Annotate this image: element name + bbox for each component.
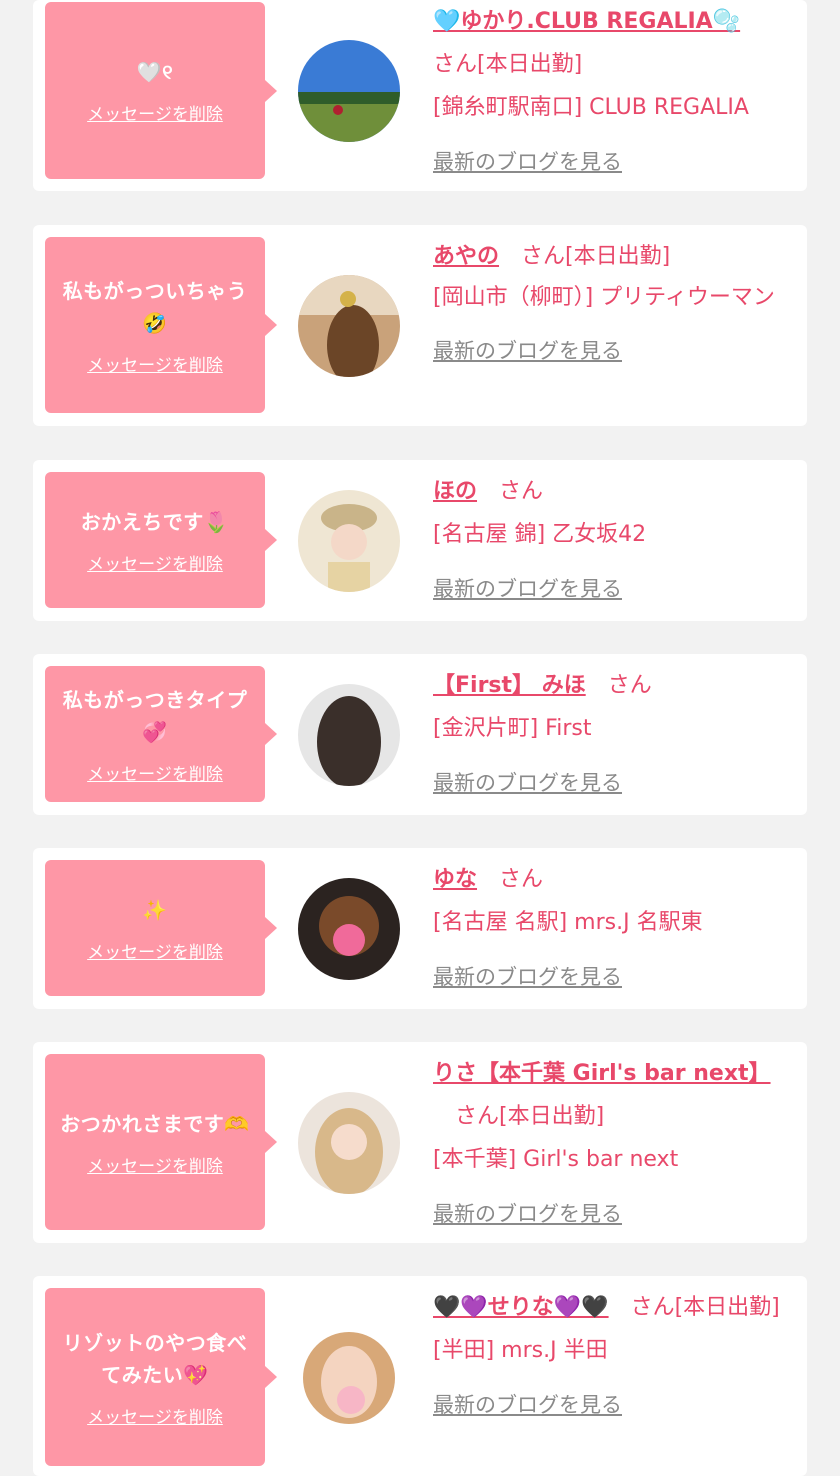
delete-message-link[interactable]: メッセージを削除 (87, 1152, 223, 1177)
cast-name-link[interactable]: 🖤💜せりな💜🖤 (433, 1295, 609, 1320)
delete-message-link[interactable]: メッセージを削除 (87, 550, 223, 575)
latest-blog-link[interactable]: 最新のブログを見る (433, 762, 799, 805)
delete-message-link[interactable]: メッセージを削除 (87, 1403, 223, 1428)
cast-name-link[interactable]: ゆな (433, 867, 477, 892)
cast-info: ほの さん [名古屋 錦] 乙女坂42 最新のブログを見る (433, 470, 799, 611)
avatar-photo (298, 878, 400, 980)
latest-blog-link[interactable]: 最新のブログを見る (433, 330, 799, 373)
cast-name-link[interactable]: あやの (433, 244, 499, 269)
cast-status: さん[本日出勤] (521, 244, 671, 269)
avatar[interactable] (303, 1332, 395, 1424)
cast-info: 🩵ゆかり.CLUB REGALIA🫧 さん[本日出勤] [錦糸町駅南口] CLU… (433, 0, 799, 184)
message-text: 🤍୧ (136, 60, 174, 84)
avatar-photo (298, 684, 400, 786)
avatar-photo (298, 1092, 400, 1194)
message-text: 私もがっつきタイプ💞 (62, 687, 248, 744)
message-bubble: リゾットのやつ食べてみたい💖 メッセージを削除 (45, 1288, 277, 1466)
cast-name-link[interactable]: 🩵ゆかり.CLUB REGALIA🫧 (433, 9, 740, 34)
cast-status: さん (499, 479, 544, 504)
cast-status: さん (499, 867, 544, 892)
avatar[interactable] (298, 275, 400, 377)
avatar[interactable] (298, 490, 400, 592)
shop-name: [名古屋 錦] 乙女坂42 (433, 522, 647, 547)
avatar[interactable] (298, 1092, 400, 1194)
message-text: ✨ (142, 897, 168, 922)
cast-info: 【First】 みほ さん [金沢片町] First 最新のブログを見る (433, 664, 799, 805)
message-bubble: 私もがっつきタイプ💞 メッセージを削除 (45, 666, 277, 802)
cast-name-link[interactable]: りさ【本千葉 Girl's bar next】 (433, 1061, 771, 1086)
avatar-photo (303, 1332, 395, 1424)
message-text: 私もがっついちゃう🤣 (62, 278, 248, 335)
shop-name: [本千葉] Girl's bar next (433, 1147, 679, 1172)
message-text: おつかれさまです🫶 (60, 1111, 250, 1136)
avatar[interactable] (298, 40, 400, 142)
cast-status: さん[本日出勤] (455, 1104, 605, 1129)
message-text: おかえちです🌷 (80, 509, 230, 534)
shop-name: [錦糸町駅南口] CLUB REGALIA (433, 95, 749, 120)
message-text: リゾットのやつ食べてみたい💖 (62, 1330, 248, 1387)
delete-message-link[interactable]: メッセージを削除 (87, 100, 223, 125)
cast-name-link[interactable]: ほの (433, 479, 477, 504)
message-bubble: ✨ メッセージを削除 (45, 860, 277, 996)
cast-status: さん[本日出勤] (630, 1295, 780, 1320)
message-card: 🤍୧ メッセージを削除 🩵ゆかり.CLUB REGALIA🫧 さん[本日出勤] … (33, 0, 807, 191)
cast-info: あやの さん[本日出勤] [岡山市（柳町）] プリティウーマン 最新のブログを見る (433, 235, 799, 373)
message-bubble: 私もがっついちゃう🤣 メッセージを削除 (45, 237, 277, 413)
cast-status: さん (607, 673, 652, 698)
message-bubble: おつかれさまです🫶 メッセージを削除 (45, 1054, 277, 1230)
avatar-photo (298, 490, 400, 592)
shop-name: [金沢片町] First (433, 716, 592, 741)
message-card: おつかれさまです🫶 メッセージを削除 りさ【本千葉 Girl's bar nex… (33, 1042, 807, 1243)
cast-status: さん[本日出勤] (433, 52, 583, 77)
avatar-photo (298, 275, 400, 377)
delete-message-link[interactable]: メッセージを削除 (87, 760, 223, 785)
latest-blog-link[interactable]: 最新のブログを見る (433, 956, 799, 999)
message-card: ✨ メッセージを削除 ゆな さん [名古屋 名駅] mrs.J 名駅東 最新のブロ… (33, 848, 807, 1009)
message-bubble: おかえちです🌷 メッセージを削除 (45, 472, 277, 608)
shop-name: [岡山市（柳町）] プリティウーマン (433, 285, 775, 310)
message-card: 私もがっついちゃう🤣 メッセージを削除 あやの さん[本日出勤] [岡山市（柳町）… (33, 225, 807, 426)
latest-blog-link[interactable]: 最新のブログを見る (433, 141, 799, 184)
latest-blog-link[interactable]: 最新のブログを見る (433, 1193, 799, 1236)
avatar[interactable] (298, 684, 400, 786)
message-bubble: 🤍୧ メッセージを削除 (45, 2, 277, 179)
latest-blog-link[interactable]: 最新のブログを見る (433, 1384, 799, 1427)
message-card: リゾットのやつ食べてみたい💖 メッセージを削除 🖤💜せりな💜🖤 さん[本日出勤] … (33, 1276, 807, 1476)
message-list: 🤍୧ メッセージを削除 🩵ゆかり.CLUB REGALIA🫧 さん[本日出勤] … (0, 0, 840, 1476)
cast-info: ゆな さん [名古屋 名駅] mrs.J 名駅東 最新のブログを見る (433, 858, 799, 999)
message-card: 私もがっつきタイプ💞 メッセージを削除 【First】 みほ さん [金沢片町] … (33, 654, 807, 815)
delete-message-link[interactable]: メッセージを削除 (87, 351, 223, 376)
latest-blog-link[interactable]: 最新のブログを見る (433, 568, 799, 611)
avatar-photo (298, 40, 400, 142)
cast-name-link[interactable]: 【First】 みほ (433, 673, 586, 698)
message-card: おかえちです🌷 メッセージを削除 ほの さん [名古屋 錦] 乙女坂42 最新のブ… (33, 460, 807, 621)
shop-name: [半田] mrs.J 半田 (433, 1338, 608, 1363)
cast-info: りさ【本千葉 Girl's bar next】さん[本日出勤] [本千葉] Gi… (433, 1052, 799, 1236)
delete-message-link[interactable]: メッセージを削除 (87, 938, 223, 963)
cast-info: 🖤💜せりな💜🖤 さん[本日出勤] [半田] mrs.J 半田 最新のブログを見る (433, 1286, 799, 1427)
avatar[interactable] (298, 878, 400, 980)
shop-name: [名古屋 名駅] mrs.J 名駅東 (433, 910, 703, 935)
